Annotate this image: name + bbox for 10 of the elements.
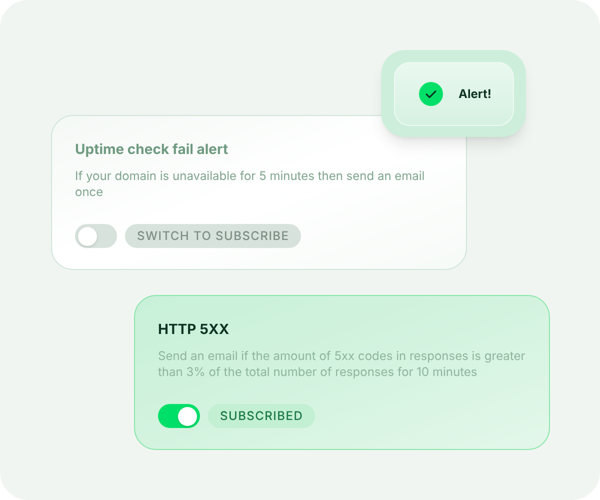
- card-description: Send an email if the amount of 5xx codes in responses is greater than 3% of the total number of responses for 10 minutes: [158, 348, 526, 380]
- card-title: Uptime check fail alert: [75, 140, 230, 160]
- status-badge: SWITCH TO SUBSCRIBE: [125, 224, 302, 248]
- toggle-switch[interactable]: [75, 224, 117, 248]
- check-icon: [418, 82, 442, 106]
- card-title: HTTP 5XX: [158, 320, 230, 340]
- alert-label: Alert!: [458, 84, 492, 102]
- card-description: If your domain is unavailable for 5 minutes then send an email once: [75, 168, 426, 200]
- status-badge: SUBSCRIBED: [208, 404, 316, 428]
- toggle-switch[interactable]: [158, 404, 200, 428]
